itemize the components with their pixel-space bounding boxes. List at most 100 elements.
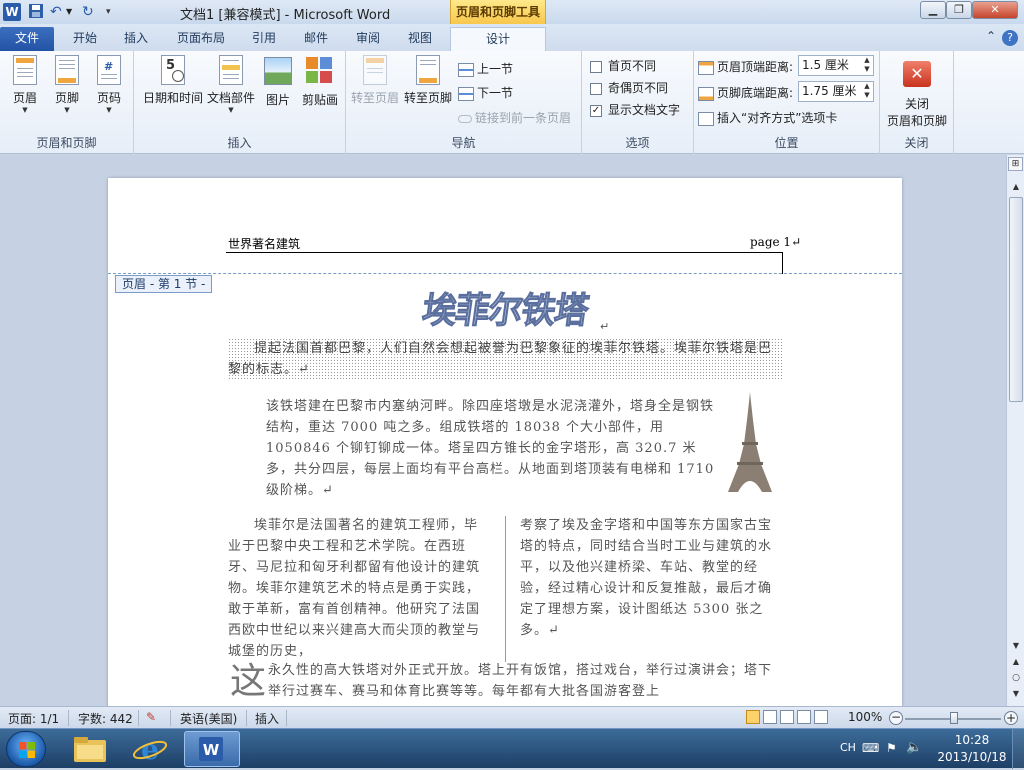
scroll-up-icon[interactable]: ▲ [1008, 182, 1024, 196]
previous-section-button[interactable]: 上一节 [458, 60, 513, 77]
tab-file[interactable]: 文件 [0, 27, 54, 51]
clip-art-button[interactable]: 剪贴画 [300, 55, 340, 108]
spinner-arrows-icon[interactable]: ▲ ▼ [861, 56, 873, 75]
chevron-down-icon: ▼ [106, 106, 112, 114]
word-app-icon[interactable]: W [3, 3, 21, 21]
next-section-button[interactable]: 下一节 [458, 84, 513, 101]
date-time-label: 日期和时间 [142, 91, 203, 105]
goto-footer-button[interactable]: 转至页脚 [402, 55, 454, 106]
tab-design[interactable]: 设计 [450, 27, 546, 51]
link-to-previous-button[interactable]: 链接到前一条页眉 [458, 109, 571, 126]
tab-references[interactable]: 引用 [244, 27, 284, 51]
zoom-slider-thumb[interactable] [950, 712, 958, 724]
minimize-button[interactable]: ▁ [920, 1, 946, 19]
header-from-top-value: 1.5 厘米 [802, 58, 849, 72]
browse-object-icon[interactable]: ○ [1008, 673, 1024, 687]
zoom-level[interactable]: 100% [848, 710, 882, 724]
status-bar: 页面: 1/1 字数: 442 ✎ 英语(美国) 插入 100% − + [0, 706, 1024, 728]
language-indicator[interactable]: 英语(美国) [180, 710, 237, 727]
print-layout-view-icon[interactable] [746, 710, 760, 724]
structure-paragraph[interactable]: 该铁塔建在巴黎市内塞纳河畔。除四座塔墩是水泥浇灌外，塔身全是钢铁结构，重达 70… [266, 396, 718, 501]
different-odd-even-checkbox[interactable]: 奇偶页不同 [590, 79, 668, 96]
taskbar-explorer[interactable] [62, 731, 118, 767]
start-button[interactable] [6, 731, 46, 767]
clock-date[interactable]: 2013/10/18 [936, 750, 1008, 764]
previous-page-icon[interactable]: ▲ [1008, 657, 1024, 671]
tab-home[interactable]: 开始 [62, 27, 108, 51]
footer-from-bottom-label-wrap: 页脚底端距离: [698, 84, 793, 101]
column-right-paragraph[interactable]: 考察了埃及金字塔和中国等东方国家古宝塔的特点，同时结合当时工业与建筑的水平，以及… [520, 515, 782, 641]
link-icon [458, 114, 472, 123]
collapse-ribbon-icon[interactable]: ⌃ [986, 29, 996, 43]
previous-section-icon [458, 62, 474, 77]
quick-parts-button[interactable]: 文档部件 ▼ [206, 55, 256, 114]
header-text-right[interactable]: page 1↵ [750, 235, 801, 249]
tab-review[interactable]: 审阅 [348, 27, 388, 51]
show-desktop-button[interactable] [1012, 729, 1024, 769]
picture-button[interactable]: 图片 [258, 55, 298, 108]
scroll-thumb[interactable] [1009, 197, 1023, 402]
close-window-button[interactable]: ✕ [972, 1, 1018, 19]
closing-paragraph[interactable]: 永久性的高大铁塔对外正式开放。塔上开有饭馆，搭过戏台，举行过演讲会；塔下举行过赛… [268, 660, 782, 702]
previous-section-label: 上一节 [477, 62, 514, 76]
save-icon[interactable] [28, 3, 46, 21]
proofing-icon[interactable]: ✎ [146, 710, 156, 724]
scroll-down-icon[interactable]: ▼ [1008, 641, 1024, 655]
footer-button[interactable]: 页脚 ▼ [50, 55, 84, 114]
wordart-title[interactable]: 埃菲尔铁塔 [419, 282, 591, 333]
web-layout-view-icon[interactable] [780, 710, 794, 724]
close-header-footer-button[interactable]: ✕ 关闭 页眉和页脚 [882, 55, 952, 129]
spinner-arrows-icon[interactable]: ▲ ▼ [861, 82, 873, 101]
clock-time[interactable]: 10:28 [946, 733, 998, 747]
eiffel-tower-image[interactable] [728, 392, 772, 492]
action-center-icon[interactable]: ⚑ [886, 741, 897, 755]
vertical-scrollbar[interactable]: ⊞ ▲ ▼ ▲ ○ ▼ [1006, 155, 1024, 706]
next-page-icon[interactable]: ▼ [1008, 689, 1024, 703]
keyboard-icon[interactable]: ⌨ [862, 741, 879, 755]
ruler-toggle-icon[interactable]: ⊞ [1008, 157, 1023, 171]
group-insert: 5 日期和时间 文档部件 ▼ 图片 剪贴画 插入 [134, 51, 346, 154]
tab-insert[interactable]: 插入 [114, 27, 158, 51]
different-first-page-label: 首页不同 [608, 59, 657, 73]
intro-paragraph[interactable]: 提起法国首都巴黎，人们自然会想起被誉为巴黎象征的埃菲尔铁塔。埃菲尔铁塔是巴黎的标… [228, 338, 782, 380]
header-rule [226, 252, 782, 253]
goto-header-button[interactable]: 转至页眉 [350, 55, 400, 106]
footer-from-bottom-spinner[interactable]: 1.75 厘米 ▲ ▼ [798, 81, 874, 102]
tab-view[interactable]: 视图 [400, 27, 440, 51]
group-header-footer: 页眉 ▼ 页脚 ▼ # 页码 ▼ 页眉和页脚 [0, 51, 134, 154]
header-from-top-label-wrap: 页眉顶端距离: [698, 58, 793, 75]
taskbar-internet-explorer[interactable]: e [122, 731, 178, 767]
tab-page-layout[interactable]: 页面布局 [166, 27, 236, 51]
full-screen-reading-view-icon[interactable] [763, 710, 777, 724]
tab-mailings[interactable]: 邮件 [296, 27, 336, 51]
insert-mode-indicator[interactable]: 插入 [255, 710, 279, 727]
svg-text:e: e [141, 733, 159, 766]
insert-alignment-tab-button[interactable]: 插入“对齐方式”选项卡 [698, 109, 837, 126]
zoom-out-button[interactable]: − [889, 711, 903, 725]
help-icon[interactable]: ? [1002, 30, 1018, 46]
header-button[interactable]: 页眉 ▼ [8, 55, 42, 114]
date-time-button[interactable]: 5 日期和时间 [140, 55, 206, 106]
taskbar-word[interactable]: W [184, 731, 240, 767]
outline-view-icon[interactable] [797, 710, 811, 724]
draft-view-icon[interactable] [814, 710, 828, 724]
header-from-top-spinner[interactable]: 1.5 厘米 ▲ ▼ [798, 55, 874, 76]
document-canvas[interactable]: 世界著名建筑 page 1↵ 页眉 - 第 1 节 - 埃菲尔铁塔 ↵ 提起法国… [0, 155, 1006, 706]
volume-icon[interactable]: 🔈 [906, 740, 922, 755]
column-left-paragraph[interactable]: 埃菲尔是法国著名的建筑工程师，毕业于巴黎中央工程和艺术学院。在西班牙、马尼拉和匈… [228, 515, 490, 662]
word-count[interactable]: 字数: 442 [78, 710, 133, 727]
show-document-text-checkbox[interactable]: ✓ 显示文档文字 [590, 101, 680, 118]
input-language[interactable]: CH [840, 741, 856, 754]
page-number-button[interactable]: # 页码 ▼ [92, 55, 126, 114]
checkmark-icon: ✓ [590, 104, 602, 117]
zoom-in-button[interactable]: + [1004, 711, 1018, 725]
document-page[interactable]: 世界著名建筑 page 1↵ 页眉 - 第 1 节 - 埃菲尔铁塔 ↵ 提起法国… [108, 178, 902, 706]
maximize-button[interactable]: ❐ [946, 1, 972, 19]
redo-icon[interactable]: ↻ [82, 3, 100, 21]
header-text-left[interactable]: 世界著名建筑 [228, 235, 300, 252]
drop-cap[interactable]: 这 [230, 662, 266, 702]
customize-toolbar-icon[interactable]: ▾ [106, 3, 124, 21]
page-count[interactable]: 页面: 1/1 [8, 710, 59, 727]
different-first-page-checkbox[interactable]: 首页不同 [590, 57, 656, 74]
close-label-2: 页眉和页脚 [886, 114, 947, 128]
